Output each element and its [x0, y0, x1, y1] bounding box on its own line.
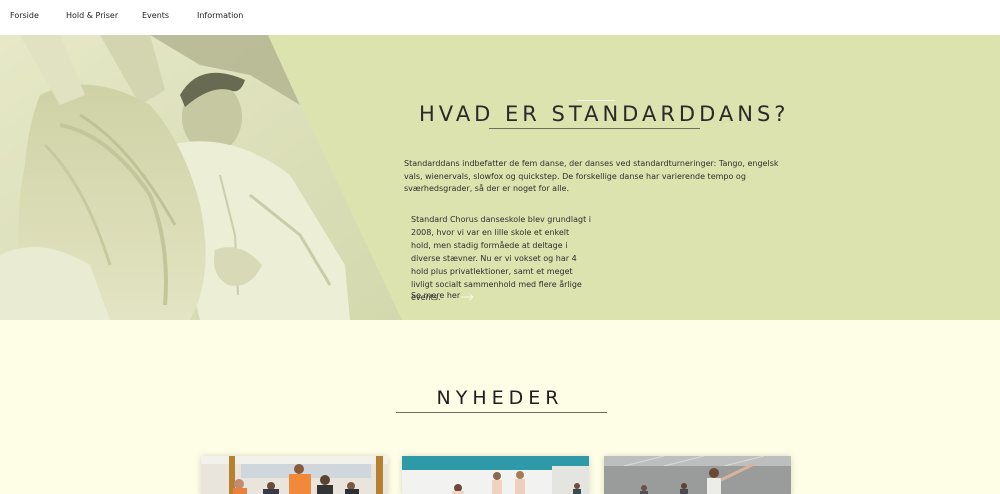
news-card[interactable]	[402, 456, 589, 494]
see-more-link[interactable]: Se mere her	[411, 291, 460, 300]
news-card[interactable]	[604, 456, 791, 494]
dancers-studio-photo	[604, 456, 791, 494]
nav-item-forside[interactable]: Forside	[10, 11, 39, 20]
group-dance-class-photo	[201, 456, 388, 494]
dancing-couple-photo	[0, 35, 402, 320]
nav-item-hold-priser[interactable]: Hold & Priser	[66, 11, 118, 20]
title-accent-line	[577, 100, 615, 101]
title-underline	[489, 128, 700, 129]
nav-item-events[interactable]: Events	[142, 11, 169, 20]
news-underline	[396, 412, 607, 413]
nav-item-information[interactable]: Information	[197, 11, 243, 20]
top-navigation: Forside Hold & Priser Events Information	[0, 0, 1000, 35]
hero-section: HVAD ER STANDARDDANS? Standarddans indbe…	[0, 35, 1000, 320]
dance-studio-photo	[402, 456, 589, 494]
news-title: NYHEDER	[436, 387, 564, 409]
news-card[interactable]	[201, 456, 388, 494]
arrow-right-icon[interactable]	[461, 293, 474, 301]
hero-intro-text: Standarddans indbefatter de fem danse, d…	[404, 159, 779, 193]
hero-title: HVAD ER STANDARDDANS?	[419, 102, 790, 126]
